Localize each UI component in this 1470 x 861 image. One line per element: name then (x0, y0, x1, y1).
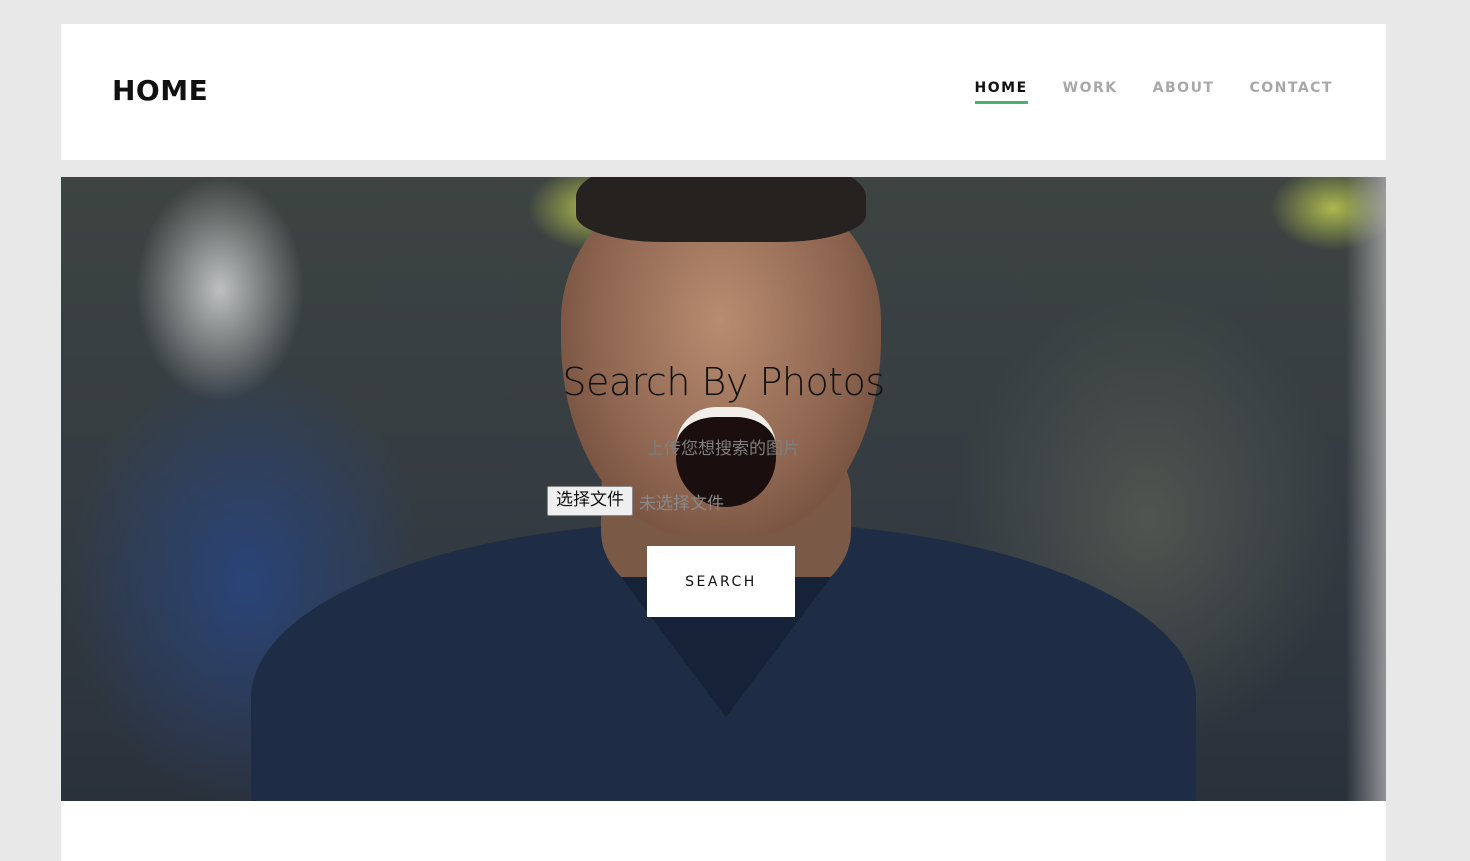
search-button[interactable]: SEARCH (647, 546, 795, 617)
search-form: Search By Photos 上传您想搜索的图片 选择文件 未选择文件 SE… (61, 177, 1386, 801)
brand-logo-link[interactable]: HOME (112, 74, 208, 107)
content-area (61, 801, 1386, 861)
page-container: HOME HOME WORK ABOUT CONTACT Search By P… (61, 24, 1386, 861)
site-header: HOME HOME WORK ABOUT CONTACT (61, 24, 1386, 160)
hero-section: Search By Photos 上传您想搜索的图片 选择文件 未选择文件 SE… (61, 177, 1386, 801)
file-status-text: 未选择文件 (639, 493, 724, 513)
hero-subtitle: 上传您想搜索的图片 (647, 439, 800, 458)
nav-about-link[interactable]: ABOUT (1153, 80, 1215, 102)
choose-file-button[interactable]: 选择文件 (547, 486, 633, 516)
main-nav: HOME WORK ABOUT CONTACT (974, 80, 1333, 104)
nav-home-link[interactable]: HOME (974, 80, 1028, 104)
hero-title: Search By Photos (562, 360, 885, 404)
nav-work-link[interactable]: WORK (1063, 80, 1118, 102)
file-input[interactable]: 选择文件 未选择文件 (547, 486, 724, 516)
nav-contact-link[interactable]: CONTACT (1249, 80, 1333, 102)
